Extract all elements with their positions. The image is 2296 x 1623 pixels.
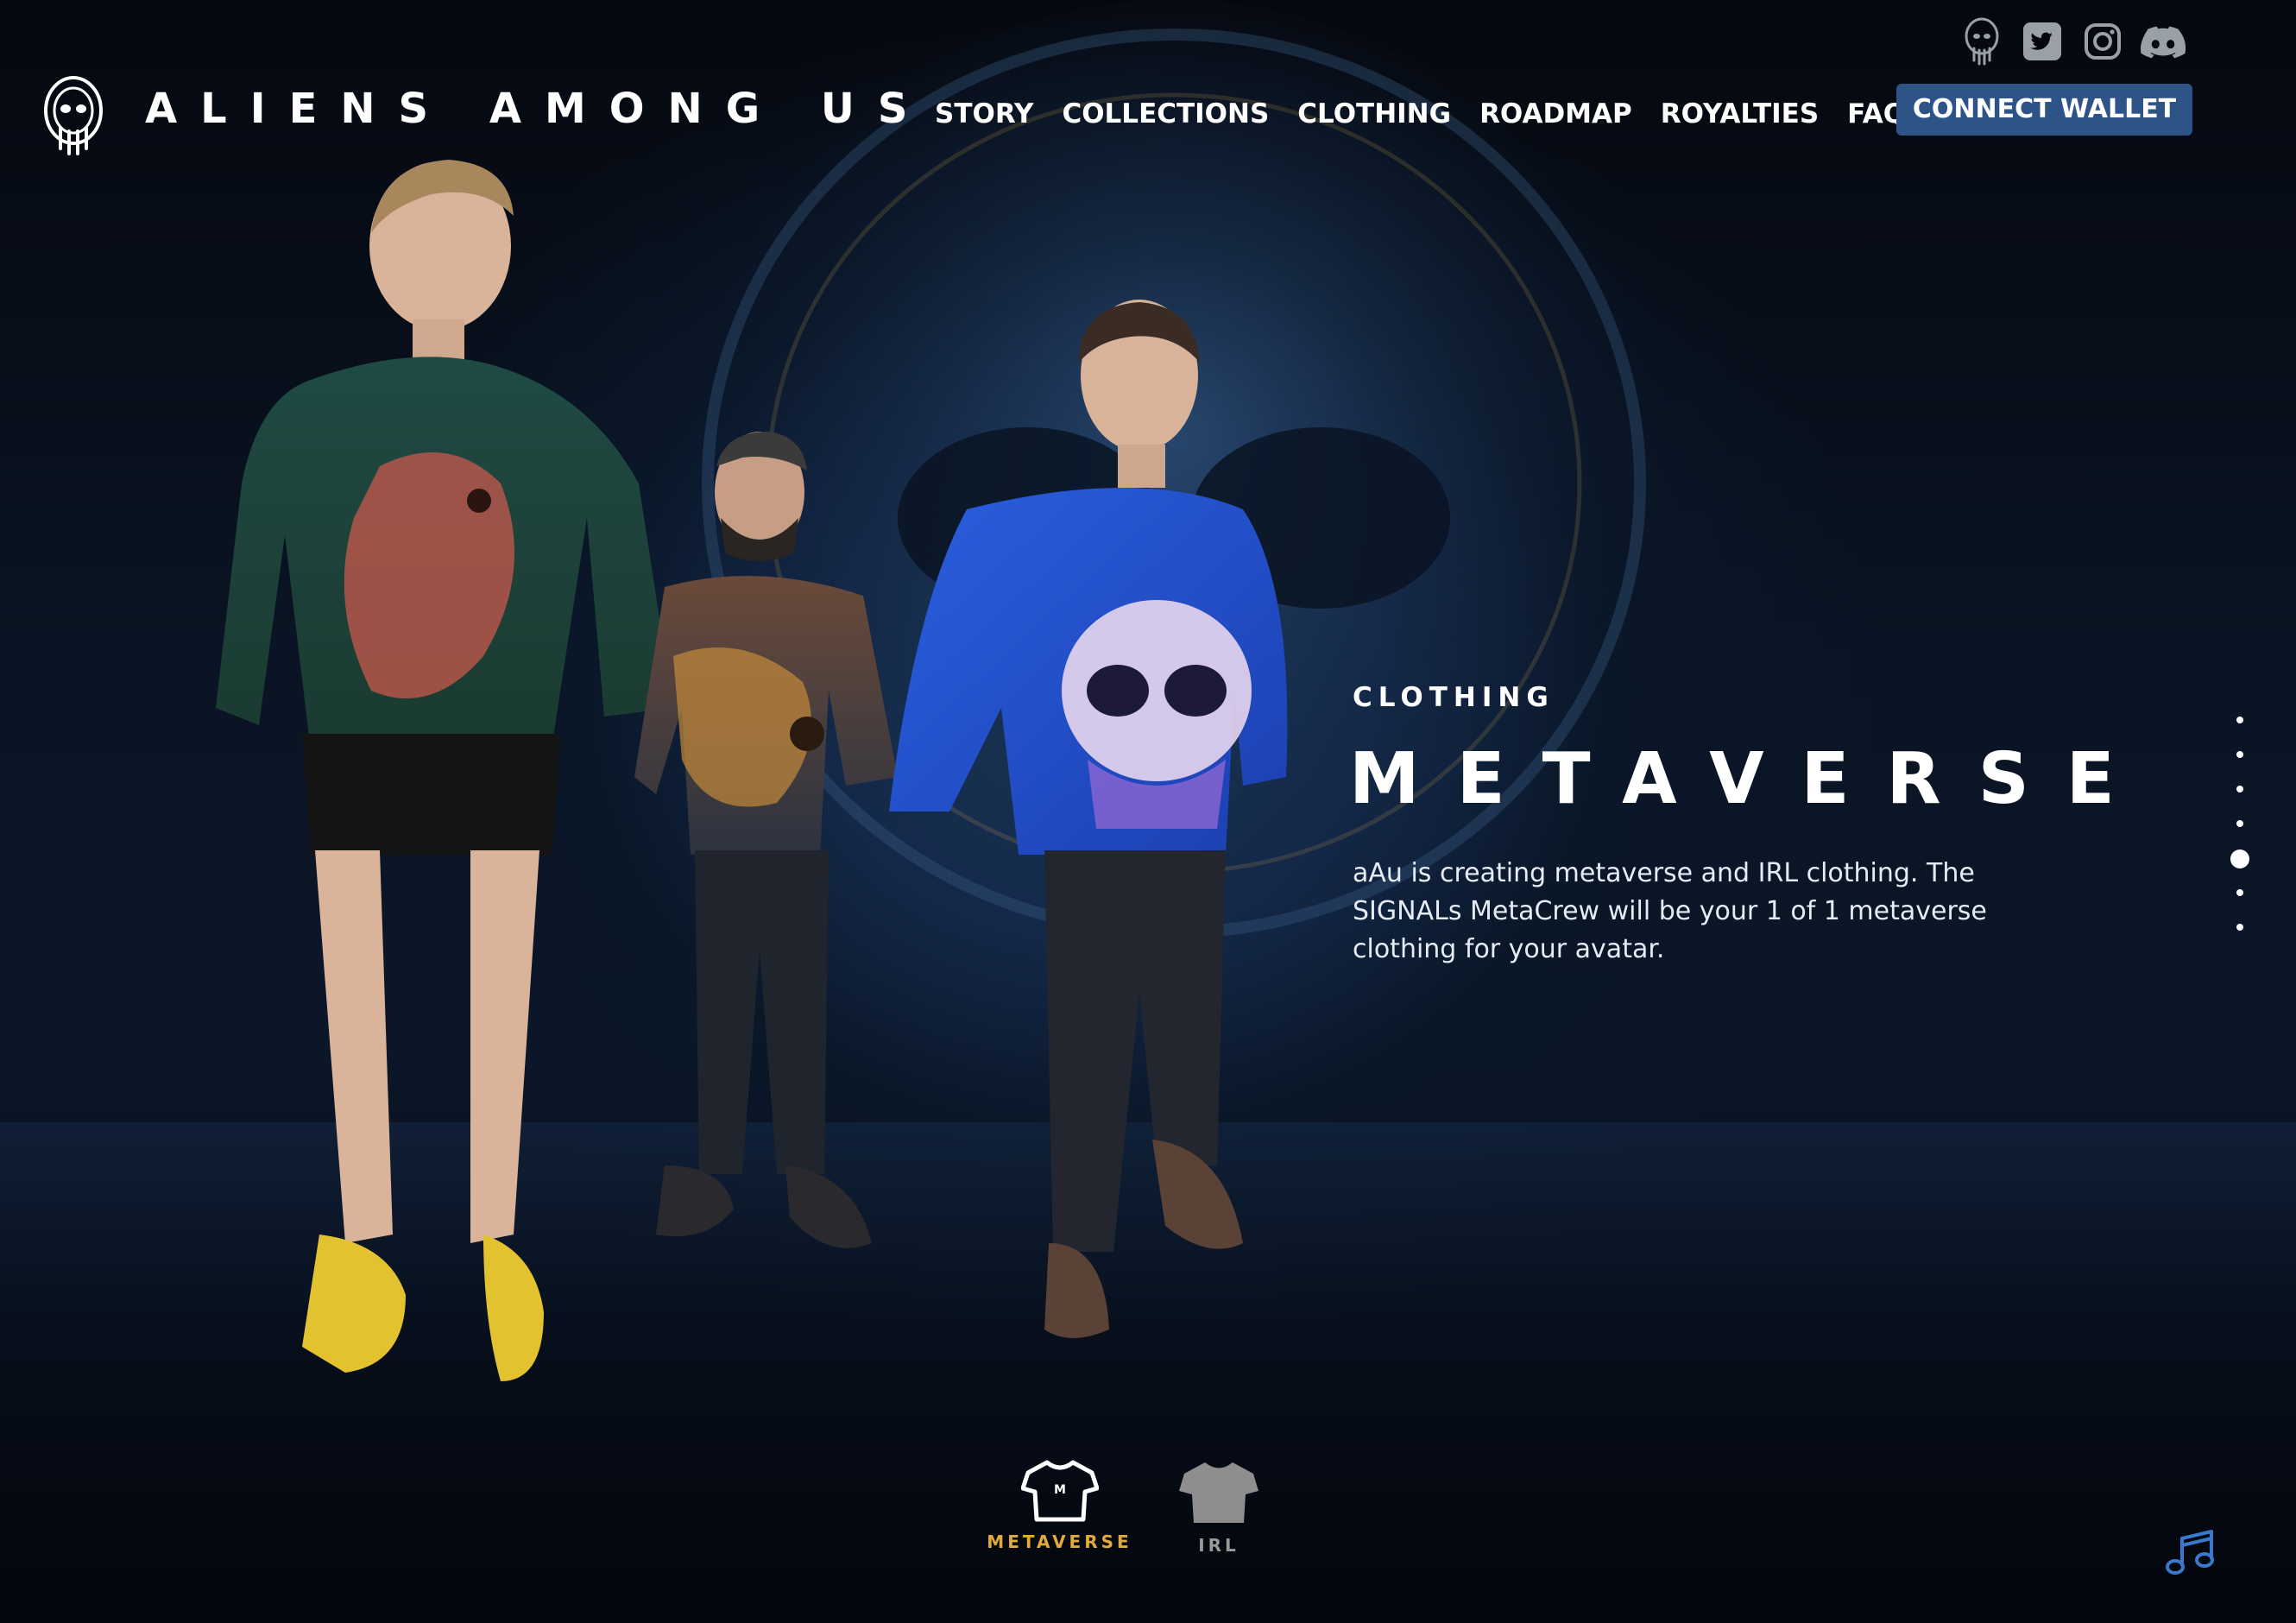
brand-name[interactable]: ALIENS AMONG US [145,85,930,133]
avatar-woman [216,160,673,1381]
nav-clothing[interactable]: CLOTHING [1297,98,1451,129]
pager-dot[interactable] [2236,717,2243,723]
nav-collections[interactable]: COLLECTIONS [1062,98,1269,129]
alien-logo-icon[interactable] [1959,17,2004,66]
toggle-irl-label: IRL [1198,1535,1239,1556]
hero-background: ALIENS AMONG US STORY COLLECTIONS CLOTHI… [0,0,2296,1623]
pager-dot[interactable] [2236,924,2243,931]
instagram-icon[interactable] [2080,19,2125,64]
nav-roadmap[interactable]: ROADMAP [1479,98,1632,129]
hero-title: METAVERSE [1349,738,2152,820]
pager-dot-active[interactable] [2230,849,2249,868]
main-nav: STORY COLLECTIONS CLOTHING ROADMAP ROYAL… [935,98,1934,129]
nav-story[interactable]: STORY [935,98,1033,129]
pager-dot[interactable] [2236,751,2243,758]
toggle-metaverse[interactable]: M METAVERSE [984,1459,1135,1552]
social-links [1959,17,2186,66]
nav-royalties[interactable]: ROYALTIES [1661,98,1819,129]
twitter-icon[interactable] [2020,19,2065,64]
toggle-metaverse-label: METAVERSE [987,1531,1132,1552]
tshirt-outline-icon: M [1020,1460,1099,1522]
alien-head-logo-icon[interactable] [41,74,105,161]
hero-description: aAu is creating metaverse and IRL clothi… [1353,858,1987,964]
connect-wallet-button[interactable]: CONNECT WALLET [1896,84,2192,136]
section-label: CLOTHING [1353,682,1555,713]
toggle-irl[interactable]: IRL [1176,1459,1262,1556]
tshirt-filled-icon [1179,1462,1258,1523]
pager-dot[interactable] [2236,889,2243,896]
music-note-icon[interactable] [2165,1528,2217,1576]
pager-dot[interactable] [2236,820,2243,827]
svg-text:M: M [1054,1483,1066,1497]
pager-dot[interactable] [2236,786,2243,793]
discord-icon[interactable] [2141,19,2186,64]
